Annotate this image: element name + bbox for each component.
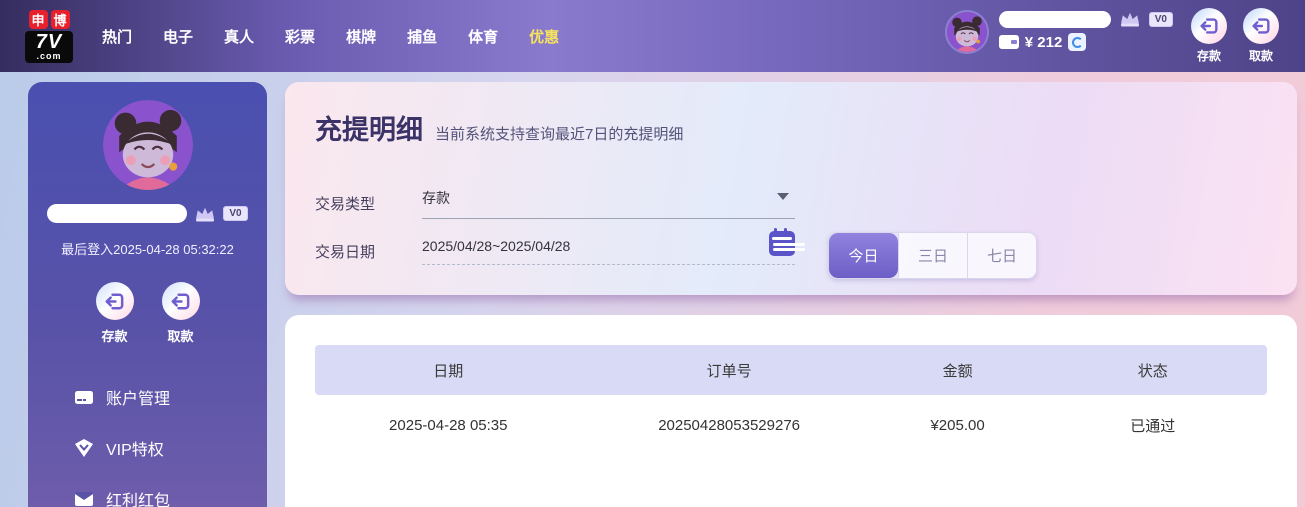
main-menu: 热门 电子 真人 彩票 棋牌 捕鱼 体育 优惠 — [102, 26, 559, 47]
avatar[interactable] — [944, 10, 989, 54]
sidebar-username-row: V0 — [28, 204, 267, 223]
refresh-balance-button[interactable] — [1068, 33, 1087, 51]
column-date: 日期 — [433, 362, 464, 380]
range-7days-button[interactable]: 七日 — [967, 233, 1036, 278]
panel-title-row: 充提明细 当前系统支持查询最近7日的充提明细 — [285, 82, 1297, 147]
sidebar-item-label: 红利红包 — [106, 493, 171, 507]
withdraw-label: 取款 — [1248, 49, 1273, 63]
vip-level-badge: V0 — [1148, 11, 1173, 27]
deposit-label: 存款 — [1196, 49, 1221, 63]
quick-range-group: 今日 三日 七日 — [828, 232, 1037, 279]
withdraw-button[interactable]: 取款 — [1243, 8, 1279, 64]
transaction-type-value: 存款 — [422, 190, 450, 206]
range-today-button[interactable]: 今日 — [829, 233, 898, 278]
envelope-icon — [74, 489, 94, 507]
sidebar-item-account[interactable]: 账户管理 — [74, 385, 267, 409]
sidebar-quick-actions: 存款 取款 — [28, 282, 267, 345]
chevron-down-icon — [777, 193, 789, 200]
site-logo[interactable]: 申 博 7V .com — [24, 9, 74, 63]
table-header: 日期 订单号 金额 状态 — [315, 345, 1267, 395]
nav-quick-actions: 存款 取款 — [1191, 8, 1279, 64]
withdraw-icon — [161, 282, 200, 320]
deposit-icon — [95, 282, 134, 320]
sidebar-deposit-button[interactable]: 存款 — [95, 282, 134, 345]
date-range-value: 2025/04/28~2025/04/28 — [422, 238, 571, 254]
refresh-icon — [1071, 36, 1083, 48]
nav-item-sports[interactable]: 体育 — [468, 26, 498, 47]
nav-item-live[interactable]: 真人 — [224, 26, 254, 47]
transaction-date-label: 交易日期 — [315, 244, 376, 261]
column-order-no: 订单号 — [706, 362, 752, 380]
table-row: 2025-04-28 05:35 20250428053529276 ¥205.… — [315, 395, 1267, 455]
deposit-icon — [1191, 8, 1227, 44]
sidebar-menu: 账户管理 VIP特权 红利红包 — [74, 385, 267, 507]
profile-avatar — [102, 100, 193, 190]
nav-item-hot[interactable]: 热门 — [102, 26, 132, 47]
user-info: V0 ¥ 212 — [998, 10, 1173, 51]
cell-order-no: 20250428053529276 — [658, 416, 801, 434]
logo-badges: 申 博 — [28, 9, 70, 29]
withdraw-icon — [1243, 8, 1279, 44]
logo-text: 7V — [35, 30, 63, 53]
wallet-icon — [998, 35, 1019, 49]
crown-icon — [1120, 12, 1139, 27]
records-panel: 日期 订单号 金额 状态 2025-04-28 05:35 2025042805… — [285, 315, 1297, 507]
cell-status: 已通过 — [1130, 417, 1176, 435]
cell-amount: ¥205.00 — [930, 416, 985, 434]
last-login-text: 最后登入2025-04-28 05:32:22 — [61, 242, 234, 257]
page-subtitle: 当前系统支持查询最近7日的充提明细 — [435, 126, 684, 143]
card-icon — [74, 387, 94, 407]
nav-item-promos[interactable]: 优惠 — [529, 26, 559, 47]
calendar-icon[interactable] — [769, 228, 795, 256]
balance-row: ¥ 212 — [998, 33, 1173, 51]
logo-tld: .com — [36, 50, 62, 61]
sidebar-item-vip[interactable]: VIP特权 — [74, 436, 267, 460]
filter-panel: 充提明细 当前系统支持查询最近7日的充提明细 交易类型 存款 交易日期 2025… — [285, 82, 1297, 295]
top-nav: 申 博 7V .com 热门 电子 真人 彩票 棋牌 捕鱼 体育 优惠 V0 ¥… — [0, 0, 1305, 72]
nav-item-slots[interactable]: 电子 — [163, 26, 193, 47]
nav-item-fishing[interactable]: 捕鱼 — [407, 26, 437, 47]
date-range-input[interactable]: 2025/04/28~2025/04/28 — [422, 228, 795, 265]
transaction-type-label: 交易类型 — [315, 196, 376, 213]
sidebar: V0 最后登入2025-04-28 05:32:22 存款 取款 账户管理 VI… — [28, 82, 267, 507]
transaction-date-row: 交易日期 2025/04/28~2025/04/28 — [315, 228, 795, 265]
nav-item-lottery[interactable]: 彩票 — [285, 26, 315, 47]
user-cluster: V0 ¥ 212 — [944, 10, 1173, 54]
sidebar-vip-badge: V0 — [223, 206, 248, 221]
sidebar-item-label: 账户管理 — [106, 391, 171, 408]
sidebar-withdraw-label: 取款 — [167, 329, 194, 344]
sidebar-withdraw-button[interactable]: 取款 — [161, 282, 200, 345]
column-amount: 金额 — [942, 362, 973, 380]
username-redacted — [998, 10, 1111, 28]
sidebar-item-label: VIP特权 — [106, 442, 164, 459]
logo-box: 7V .com — [25, 30, 73, 63]
page-title: 充提明细 — [315, 115, 423, 145]
cell-date: 2025-04-28 05:35 — [389, 416, 508, 434]
sidebar-username-redacted — [47, 204, 188, 223]
vip-icon — [74, 438, 94, 458]
sidebar-deposit-label: 存款 — [101, 329, 128, 344]
crown-icon — [196, 207, 215, 222]
nav-item-cards[interactable]: 棋牌 — [346, 26, 376, 47]
transaction-type-row: 交易类型 存款 — [315, 188, 795, 219]
transaction-type-select[interactable]: 存款 — [422, 188, 795, 219]
deposit-button[interactable]: 存款 — [1191, 8, 1227, 64]
column-status: 状态 — [1137, 362, 1168, 380]
username-row: V0 — [998, 10, 1173, 28]
sidebar-item-bonus[interactable]: 红利红包 — [74, 487, 267, 507]
logo-badge-1: 申 — [28, 9, 48, 29]
logo-badge-2: 博 — [50, 9, 70, 29]
balance-amount: ¥ 212 — [1024, 33, 1063, 51]
range-3days-button[interactable]: 三日 — [898, 233, 967, 278]
